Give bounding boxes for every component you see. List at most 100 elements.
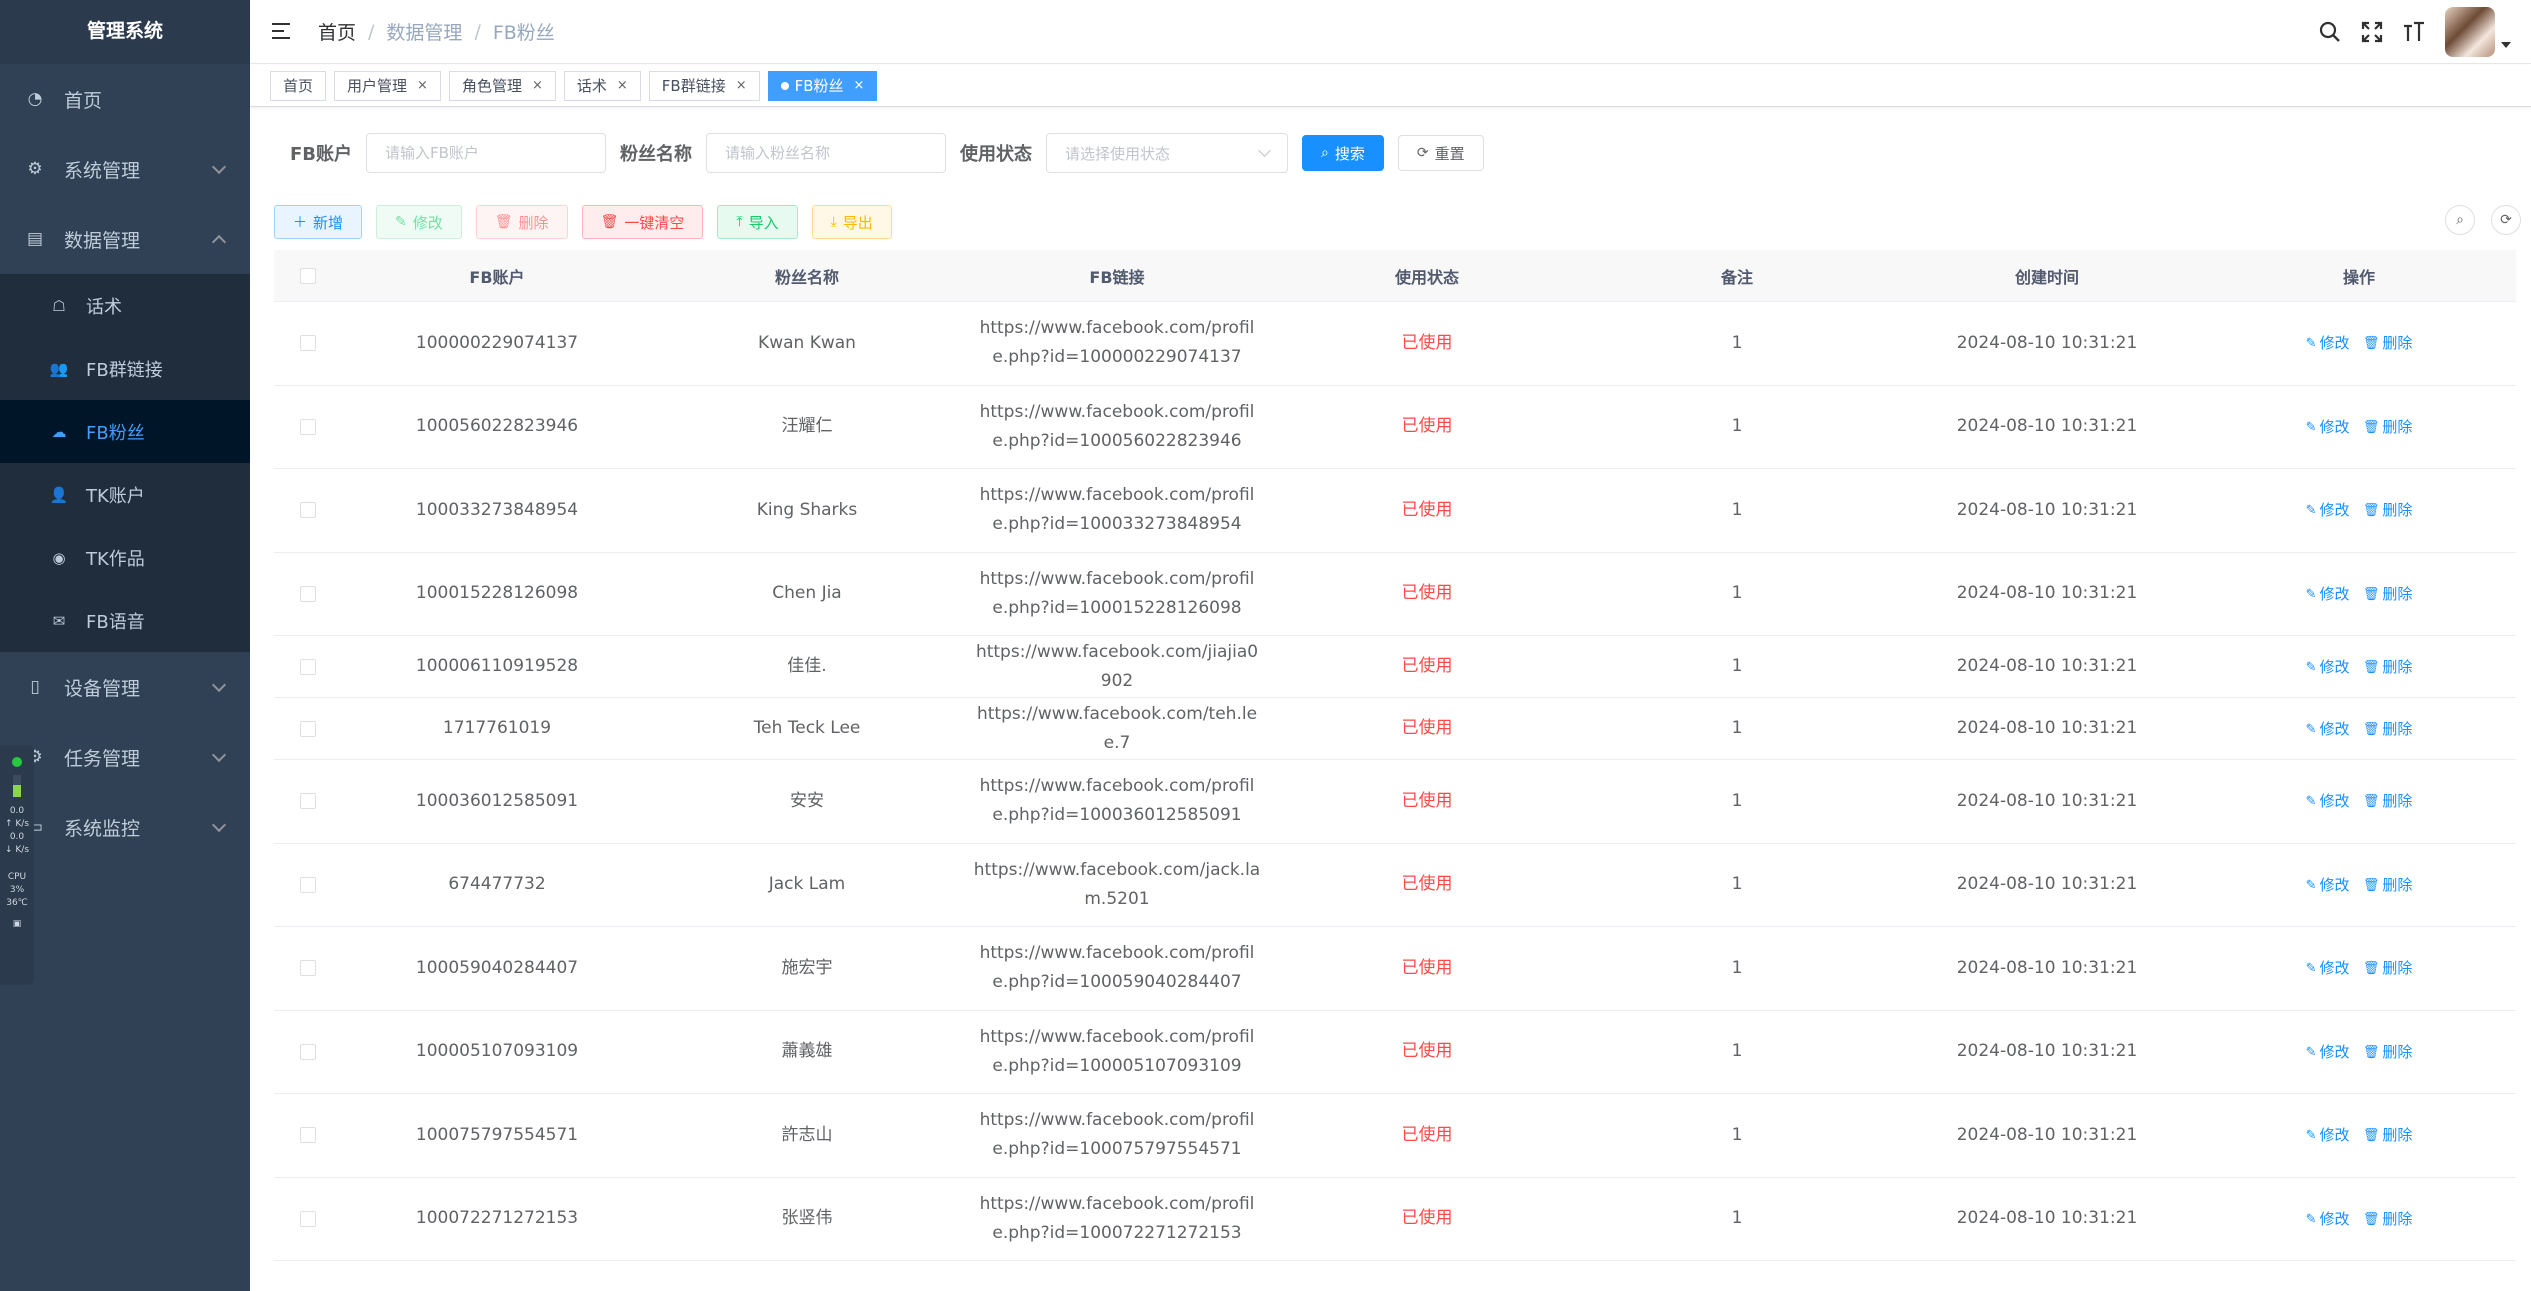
row-checkbox[interactable] xyxy=(300,335,316,352)
row-edit-button[interactable]: ✎ 修改 xyxy=(2306,496,2350,525)
toggle-search-icon[interactable]: ⌕ xyxy=(2445,205,2475,235)
delete-button[interactable]: 🗑 删除 xyxy=(475,205,568,239)
import-button[interactable]: ⤒ 导入 xyxy=(717,205,798,239)
sidebar-item-tasks[interactable]: ⚙ 任务管理 xyxy=(0,722,250,792)
table-row[interactable]: 674477732 Jack Lam https://www.facebook.… xyxy=(274,844,2516,927)
row-checkbox[interactable] xyxy=(300,1127,316,1144)
close-icon[interactable]: × xyxy=(617,78,628,93)
select-all-checkbox[interactable] xyxy=(300,267,316,284)
row-checkbox[interactable] xyxy=(300,1043,316,1060)
table-row[interactable]: 100006110919528 佳佳. https://www.facebook… xyxy=(274,636,2516,698)
row-checkbox[interactable] xyxy=(300,960,316,977)
sidebar-item-home[interactable]: ◔ 首页 xyxy=(0,64,250,134)
row-checkbox[interactable] xyxy=(300,585,316,602)
tag-role-management[interactable]: 角色管理 × xyxy=(448,70,556,101)
row-checkbox[interactable] xyxy=(300,720,316,737)
edit-button[interactable]: ✎ 修改 xyxy=(376,205,462,239)
sidebar-item-tk-works[interactable]: ◉ TK作品 xyxy=(0,526,250,589)
table-row[interactable]: 1717761019 Teh Teck Lee https://www.face… xyxy=(274,698,2516,760)
sidebar-item-fb-fans[interactable]: ☁ FB粉丝 xyxy=(0,400,250,463)
row-delete-button[interactable]: 🗑 删除 xyxy=(2363,787,2413,816)
tag-fb-fans[interactable]: FB粉丝 × xyxy=(767,70,878,101)
row-edit-button[interactable]: ✎ 修改 xyxy=(2306,1205,2350,1234)
tag-scripts[interactable]: 话术 × xyxy=(563,70,641,101)
table-row[interactable]: 100056022823946 汪耀仁 https://www.facebook… xyxy=(274,386,2516,469)
sidebar-item-monitoring[interactable]: ▭ 系统监控 xyxy=(0,792,250,862)
add-button[interactable]: ＋ 新增 xyxy=(274,205,363,239)
row-edit-button[interactable]: ✎ 修改 xyxy=(2306,1121,2350,1150)
hamburger-icon[interactable] xyxy=(272,22,294,41)
column-header-fb-link[interactable]: FB链接 xyxy=(962,264,1272,288)
row-checkbox[interactable] xyxy=(300,876,316,893)
row-delete-button[interactable]: 🗑 删除 xyxy=(2363,715,2413,744)
sidebar-item-scripts[interactable]: ☖ 话术 xyxy=(0,274,250,337)
close-icon[interactable]: × xyxy=(417,78,428,93)
table-row[interactable]: 100005107093109 蕭義雄 https://www.facebook… xyxy=(274,1011,2516,1094)
tag-fb-group-links[interactable]: FB群链接 × xyxy=(648,70,760,101)
fb-account-input[interactable] xyxy=(366,133,607,173)
row-delete-button[interactable]: 🗑 删除 xyxy=(2363,871,2413,900)
column-header-remark[interactable]: 备注 xyxy=(1582,264,1892,288)
column-header-fan-name[interactable]: 粉丝名称 xyxy=(652,264,962,288)
column-header-created[interactable]: 创建时间 xyxy=(1892,264,2202,288)
sidebar-item-fb-group-links[interactable]: 👥 FB群链接 xyxy=(0,337,250,400)
column-header-fb-account[interactable]: FB账户 xyxy=(342,264,652,288)
table-row[interactable]: 100036012585091 安安 https://www.facebook.… xyxy=(274,760,2516,844)
row-delete-button[interactable]: 🗑 删除 xyxy=(2363,1121,2413,1150)
caret-down-icon[interactable] xyxy=(2501,42,2511,48)
search-icon[interactable] xyxy=(2317,19,2343,45)
row-delete-button[interactable]: 🗑 删除 xyxy=(2363,954,2413,983)
reset-button[interactable]: ⟳ 重置 xyxy=(1397,135,1484,171)
table-row[interactable]: 100072271272153 张竖伟 https://www.facebook… xyxy=(274,1178,2516,1261)
table-row[interactable]: 100075797554571 許志山 https://www.facebook… xyxy=(274,1094,2516,1178)
sidebar-item-system[interactable]: ⚙ 系统管理 xyxy=(0,134,250,204)
row-edit-button[interactable]: ✎ 修改 xyxy=(2306,715,2350,744)
close-icon[interactable]: × xyxy=(532,78,543,93)
table-row[interactable]: 100015228126098 Chen Jia https://www.fac… xyxy=(274,553,2516,636)
fullscreen-icon[interactable] xyxy=(2359,19,2385,45)
row-edit-button[interactable]: ✎ 修改 xyxy=(2306,329,2350,358)
status-select[interactable]: 请选择使用状态 xyxy=(1046,133,1289,173)
row-edit-button[interactable]: ✎ 修改 xyxy=(2306,871,2350,900)
export-button[interactable]: ⤓ 导出 xyxy=(811,205,892,239)
row-checkbox[interactable] xyxy=(300,1210,316,1227)
row-checkbox[interactable] xyxy=(300,502,316,519)
close-icon[interactable]: × xyxy=(854,78,865,93)
system-monitor-widget[interactable]: 0.0 ↑ K/s 0.0 ↓ K/s CPU 3% 36℃ ▣ xyxy=(0,745,34,985)
close-icon[interactable]: × xyxy=(736,78,747,93)
column-header-status[interactable]: 使用状态 xyxy=(1272,264,1582,288)
row-delete-button[interactable]: 🗑 删除 xyxy=(2363,329,2413,358)
sidebar-item-tk-accounts[interactable]: 👤 TK账户 xyxy=(0,463,250,526)
row-delete-button[interactable]: 🗑 删除 xyxy=(2363,653,2413,682)
tag-home[interactable]: 首页 xyxy=(270,70,327,101)
sidebar-item-devices[interactable]: ▯ 设备管理 xyxy=(0,652,250,722)
breadcrumb-home[interactable]: 首页 xyxy=(318,18,356,45)
avatar[interactable] xyxy=(2445,7,2495,57)
row-edit-label: 修改 xyxy=(2319,1126,2350,1145)
row-delete-button[interactable]: 🗑 删除 xyxy=(2363,1038,2413,1067)
row-edit-button[interactable]: ✎ 修改 xyxy=(2306,580,2350,609)
row-delete-button[interactable]: 🗑 删除 xyxy=(2363,413,2413,442)
row-edit-button[interactable]: ✎ 修改 xyxy=(2306,413,2350,442)
refresh-icon[interactable]: ⟳ xyxy=(2491,205,2521,235)
row-edit-button[interactable]: ✎ 修改 xyxy=(2306,1038,2350,1067)
search-button[interactable]: ⌕ 搜索 xyxy=(1302,135,1384,171)
font-size-icon[interactable] xyxy=(2401,19,2427,45)
clear-all-button[interactable]: 🗑 一键清空 xyxy=(581,205,704,239)
sidebar-item-data[interactable]: ▤ 数据管理 xyxy=(0,204,250,274)
row-delete-button[interactable]: 🗑 删除 xyxy=(2363,580,2413,609)
tag-user-management[interactable]: 用户管理 × xyxy=(334,70,441,101)
row-edit-button[interactable]: ✎ 修改 xyxy=(2306,787,2350,816)
row-edit-button[interactable]: ✎ 修改 xyxy=(2306,653,2350,682)
row-delete-button[interactable]: 🗑 删除 xyxy=(2363,1205,2413,1234)
row-checkbox[interactable] xyxy=(300,793,316,810)
row-edit-button[interactable]: ✎ 修改 xyxy=(2306,954,2350,983)
row-checkbox[interactable] xyxy=(300,658,316,675)
fan-name-input[interactable] xyxy=(706,133,947,173)
row-delete-button[interactable]: 🗑 删除 xyxy=(2363,496,2413,525)
table-row[interactable]: 100059040284407 施宏宇 https://www.facebook… xyxy=(274,927,2516,1011)
table-row[interactable]: 100033273848954 King Sharks https://www.… xyxy=(274,469,2516,553)
table-row[interactable]: 100000229074137 Kwan Kwan https://www.fa… xyxy=(274,302,2516,386)
sidebar-item-fb-voice[interactable]: ✉ FB语音 xyxy=(0,589,250,652)
row-checkbox[interactable] xyxy=(300,418,316,435)
